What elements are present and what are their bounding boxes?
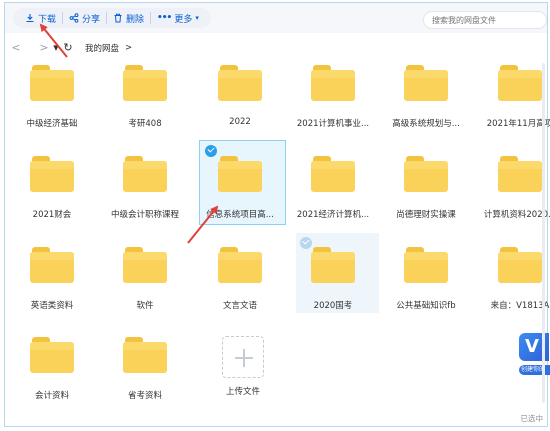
app-window: 下载 分享 删除 ••• 更多 ▾ 搜索我的网盘文件 < > ▾ ↻ 我的网盘 … [4, 2, 550, 427]
share-icon [69, 13, 79, 23]
delete-button[interactable]: 删除 [107, 8, 150, 28]
folder-item[interactable]: 2021经济计算机... [286, 156, 380, 220]
folder-label: 2021经济计算机... [296, 210, 370, 220]
folder-item[interactable]: 计算机资料2020... [473, 156, 550, 220]
promo-text: 创建你的 [519, 365, 550, 375]
folder-icon [311, 156, 355, 192]
folder-label: 会计资料 [34, 391, 69, 401]
folder-label: 2020国考 [313, 301, 353, 311]
toolbar: 下载 分享 删除 ••• 更多 ▾ 搜索我的网盘文件 [5, 3, 547, 33]
folder-item[interactable]: 2021年11月高项 [473, 65, 550, 129]
folder-icon [123, 247, 167, 283]
folder-label: 软件 [136, 301, 154, 311]
folder-label: 文言文语 [222, 301, 257, 311]
upload-label: 上传文件 [225, 387, 260, 397]
folder-label: 2022 [229, 117, 251, 127]
folder-label: 信息系统项目高... [206, 210, 274, 220]
folder-label: 尚德理财实操课 [396, 210, 456, 220]
folder-label: 考研408 [128, 119, 162, 129]
folder-icon [218, 65, 262, 101]
folder-item[interactable]: 中级经济基础 [5, 65, 99, 129]
folder-label: 省考资料 [127, 391, 162, 401]
folder-label: 英语类资料 [30, 301, 74, 311]
folder-item[interactable]: 信息系统项目高... [193, 156, 287, 220]
share-label: 分享 [82, 14, 101, 25]
download-icon [26, 14, 34, 23]
download-label: 下载 [38, 14, 57, 25]
status-bar: 已选中 [5, 410, 547, 426]
breadcrumb: 我的网盘 > [85, 42, 132, 54]
folder-label: 2021年11月高项 [486, 119, 550, 129]
chevron-down-icon: ▾ [195, 14, 199, 22]
folder-icon [404, 247, 448, 283]
folder-item[interactable]: 2020国考 [286, 247, 380, 311]
share-button[interactable]: 分享 [63, 8, 106, 28]
folder-label: 高级系统规划与... [392, 119, 460, 129]
download-button[interactable]: 下载 [19, 8, 62, 28]
folder-item[interactable]: 文言文语 [193, 247, 287, 311]
folder-item[interactable]: 中级会计职称课程 [98, 156, 192, 220]
folder-icon [123, 65, 167, 101]
folder-icon [498, 65, 542, 101]
breadcrumb-root[interactable]: 我的网盘 [85, 42, 119, 54]
back-button[interactable]: < [9, 40, 23, 56]
folder-icon [30, 337, 74, 373]
folder-icon [311, 65, 355, 101]
folder-item[interactable]: 考研408 [98, 65, 192, 129]
forward-button[interactable]: > [37, 40, 51, 56]
folder-item[interactable]: 英语类资料 [5, 247, 99, 311]
folder-item[interactable]: 尚德理财实操课 [379, 156, 473, 220]
folder-icon [123, 337, 167, 373]
folder-icon [498, 156, 542, 192]
folder-item[interactable]: 2021计算机事业... [286, 65, 380, 129]
upload-file-tile[interactable]: 上传文件 [196, 336, 290, 397]
trash-icon [114, 13, 122, 23]
status-text: 已选中 [520, 414, 544, 423]
folder-item[interactable]: 2021财会 [5, 156, 99, 220]
folder-icon [30, 247, 74, 283]
folder-item[interactable]: 来自：V1813A [473, 247, 550, 311]
folder-label: 公共基础知识fb [396, 301, 456, 311]
more-label: 更多 [174, 14, 193, 25]
folder-icon [498, 247, 542, 283]
plus-icon [222, 336, 264, 378]
folder-item[interactable]: 软件 [98, 247, 192, 311]
folder-icon [311, 247, 355, 283]
folder-label: 计算机资料2020... [483, 210, 550, 220]
delete-label: 删除 [126, 14, 145, 25]
folder-icon [404, 156, 448, 192]
folder-icon [404, 65, 448, 101]
breadcrumb-separator: > [125, 43, 133, 53]
nav-bar: < > ▾ ↻ 我的网盘 > [5, 37, 547, 59]
folder-label: 2021计算机事业... [296, 119, 370, 129]
history-dropdown-button[interactable]: ▾ [51, 40, 61, 56]
folder-icon [30, 156, 74, 192]
folder-item[interactable]: 高级系统规划与... [379, 65, 473, 129]
folder-label: 来自：V1813A [490, 301, 550, 311]
more-dots-icon: ••• [157, 13, 172, 23]
folder-label: 中级经济基础 [26, 119, 78, 129]
folder-icon [218, 156, 262, 192]
folder-icon [30, 65, 74, 101]
vertical-scrollbar[interactable] [542, 63, 545, 403]
folder-label: 2021财会 [32, 210, 72, 220]
folder-label: 中级会计职称课程 [110, 210, 179, 220]
more-button[interactable]: ••• 更多 ▾ [151, 8, 205, 28]
search-input[interactable] [423, 11, 547, 29]
folder-icon [218, 247, 262, 283]
folder-icon [123, 156, 167, 192]
folder-item[interactable]: 公共基础知识fb [379, 247, 473, 311]
folder-item[interactable]: 2022 [193, 65, 287, 127]
refresh-button[interactable]: ↻ [61, 40, 75, 56]
folder-item[interactable]: 省考资料 [98, 337, 192, 401]
folder-item[interactable]: 会计资料 [5, 337, 99, 401]
toolbar-actions: 下载 分享 删除 ••• 更多 ▾ [13, 8, 211, 28]
